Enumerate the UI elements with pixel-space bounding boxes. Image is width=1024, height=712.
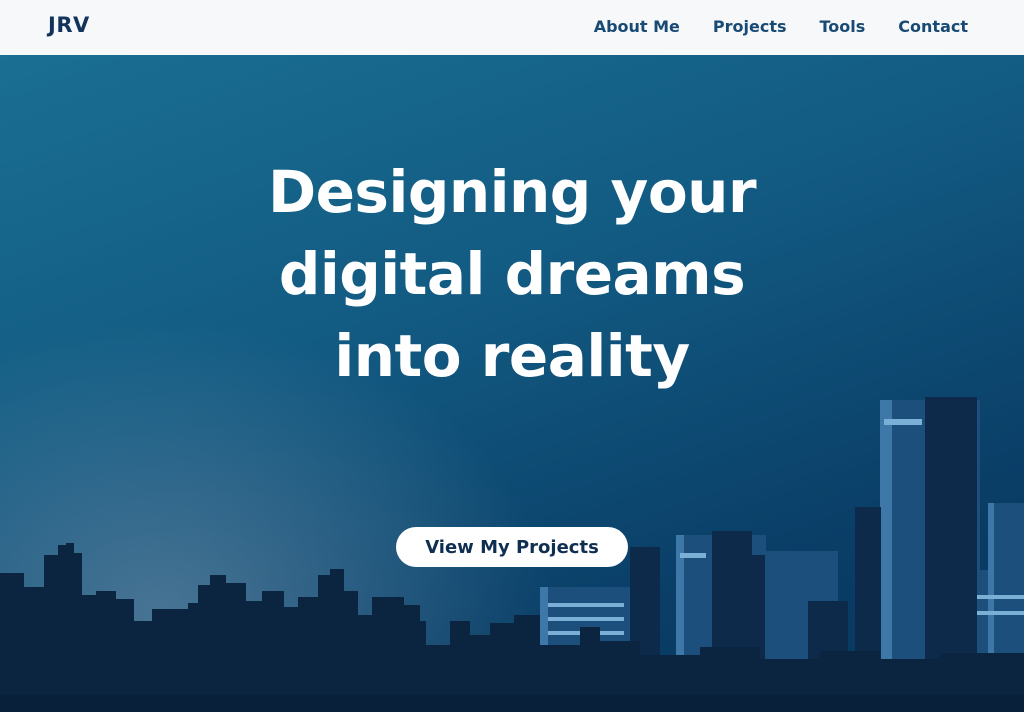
main-nav: About Me Projects Tools Contact xyxy=(594,17,968,36)
site-logo[interactable]: JRV xyxy=(48,13,90,37)
view-my-projects-button[interactable]: View My Projects xyxy=(396,527,628,567)
hero-section: Designing your digital dreams into reali… xyxy=(0,55,1024,712)
nav-link-contact[interactable]: Contact xyxy=(898,17,968,36)
top-navbar: JRV About Me Projects Tools Contact xyxy=(0,0,1024,55)
hero-headline: Designing your digital dreams into reali… xyxy=(267,158,757,390)
nav-link-projects[interactable]: Projects xyxy=(713,17,787,36)
nav-link-tools[interactable]: Tools xyxy=(820,17,866,36)
nav-link-about-me[interactable]: About Me xyxy=(594,17,680,36)
